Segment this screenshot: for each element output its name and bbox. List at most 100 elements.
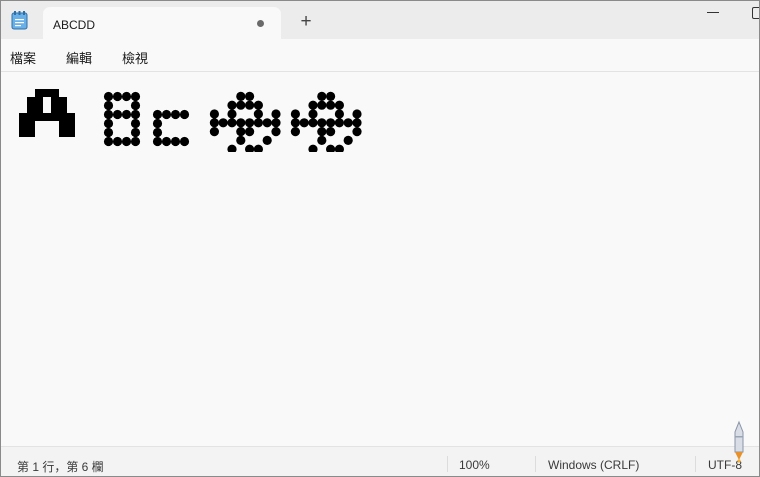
glyph-b-pixel	[103, 118, 114, 129]
new-tab-button[interactable]: +	[294, 10, 318, 34]
glyph-d-pixel	[299, 118, 309, 128]
glyph-b-pixel	[103, 109, 114, 120]
title-bar: ABCDD +	[1, 1, 759, 40]
glyph-a-pixel	[27, 113, 35, 121]
glyph-b-pixel	[130, 100, 141, 111]
glyph-a-pixel	[35, 97, 43, 105]
glyph-d-pixel	[271, 118, 281, 128]
glyph-d-pixel	[317, 100, 327, 110]
glyph-a-pixel	[59, 105, 67, 113]
glyph-b-pixel	[130, 118, 141, 129]
glyph-d-pixel	[236, 91, 246, 101]
glyph-d-pixel	[317, 127, 327, 137]
glyph-b-pixel	[121, 109, 132, 120]
glyph-d-pixel	[308, 109, 318, 119]
glyph-d-pixel	[271, 127, 281, 137]
status-bar: 第 1 行，第 6 欄 100% Windows (CRLF) UTF-8	[1, 446, 759, 476]
minimize-icon[interactable]	[707, 12, 719, 13]
glyph-b-pixel	[103, 100, 114, 111]
glyph-c-pixel	[152, 127, 163, 138]
glyph-d-pixel	[352, 118, 362, 128]
glyph-a-pixel	[19, 113, 27, 121]
document-tab[interactable]: ABCDD	[43, 7, 281, 40]
glyph-d-pixel	[227, 144, 237, 152]
editor-text-content	[19, 89, 362, 152]
glyph-b-pixel	[103, 127, 114, 138]
glyph-d-pixel	[245, 127, 255, 137]
glyph-d-pixel	[209, 118, 219, 128]
glyph-a-pixel	[35, 113, 43, 121]
glyph-d-pixel	[317, 118, 327, 128]
glyph-a-pixel	[51, 97, 59, 105]
glyph-a-pixel	[35, 105, 43, 113]
glyph-d-pixel	[326, 100, 336, 110]
unsaved-dot-icon[interactable]	[257, 20, 264, 27]
glyph-a-pixel	[27, 97, 35, 105]
glyph-a-pixel	[35, 89, 43, 97]
glyph-d-pixel	[308, 144, 318, 152]
glyph-a-pixel	[59, 129, 67, 137]
glyph-b-pixel	[103, 91, 114, 102]
glyph-b-pixel	[130, 109, 141, 120]
maximize-icon[interactable]	[752, 7, 759, 19]
glyph-a-pixel	[43, 113, 51, 121]
glyph-d-pixel	[253, 109, 263, 119]
glyph-d-pixel	[308, 100, 318, 110]
plus-icon: +	[300, 11, 312, 32]
glyph-b-pixel	[121, 91, 132, 102]
glyph-c-pixel	[152, 118, 163, 129]
menu-edit[interactable]: 編輯	[66, 48, 92, 67]
glyph-a-pixel	[51, 105, 59, 113]
glyph-d-pixel	[326, 127, 336, 137]
glyph-d-pixel	[334, 144, 344, 152]
glyph-d-pixel	[262, 118, 272, 128]
glyph-d-pixel	[236, 118, 246, 128]
glyph-d-pixel	[262, 135, 272, 145]
glyph-a-pixel	[27, 105, 35, 113]
glyph-d-pixel	[209, 127, 219, 137]
glyph-b-pixel	[130, 127, 141, 138]
line-ending[interactable]: Windows (CRLF)	[548, 458, 639, 472]
glyph-a-pixel	[67, 113, 75, 121]
menu-file[interactable]: 檔案	[10, 48, 36, 67]
zoom-level[interactable]: 100%	[459, 458, 490, 472]
menu-view[interactable]: 檢視	[122, 48, 148, 67]
glyph-c-pixel	[152, 109, 163, 120]
glyph-a-pixel	[43, 89, 51, 97]
glyph-d-pixel	[308, 118, 318, 128]
status-divider	[695, 456, 696, 472]
glyph-a-pixel	[51, 113, 59, 121]
glyph-d-pixel	[290, 118, 300, 128]
menu-bar: 檔案 編輯 檢視	[1, 39, 759, 72]
glyph-d-pixel	[334, 109, 344, 119]
glyph-d-pixel	[209, 109, 219, 119]
glyph-d-pixel	[352, 127, 362, 137]
notepad-window: ABCDD + 檔案 編輯 檢視 第 1 行，第 6 欄 100% Window…	[0, 0, 760, 477]
glyph-c-pixel	[161, 109, 172, 120]
notepad-icon	[11, 11, 28, 30]
glyph-d-pixel	[227, 118, 237, 128]
glyph-a-pixel	[51, 89, 59, 97]
glyph-d-pixel	[290, 127, 300, 137]
glyph-c-pixel	[161, 136, 172, 147]
glyph-a-pixel	[27, 121, 35, 129]
glyph-c-pixel	[179, 136, 190, 147]
glyph-d-pixel	[245, 91, 255, 101]
glyph-a-pixel	[67, 121, 75, 129]
glyph-d-pixel	[236, 127, 246, 137]
glyph-d-pixel	[245, 144, 255, 152]
cursor-position: 第 1 行，第 6 欄	[17, 460, 104, 474]
glyph-b-pixel	[121, 136, 132, 147]
text-editor[interactable]	[1, 72, 759, 446]
tab-title: ABCDD	[53, 18, 96, 32]
glyph-a-pixel	[19, 129, 27, 137]
glyph-d-pixel	[334, 118, 344, 128]
glyph-d-pixel	[271, 109, 281, 119]
glyph-a-pixel	[59, 97, 67, 105]
glyph-a-pixel	[67, 129, 75, 137]
glyph-c-pixel	[170, 136, 181, 147]
status-divider	[535, 456, 536, 472]
glyph-d-pixel	[227, 109, 237, 119]
glyph-c-pixel	[152, 136, 163, 147]
glyph-d-pixel	[245, 118, 255, 128]
